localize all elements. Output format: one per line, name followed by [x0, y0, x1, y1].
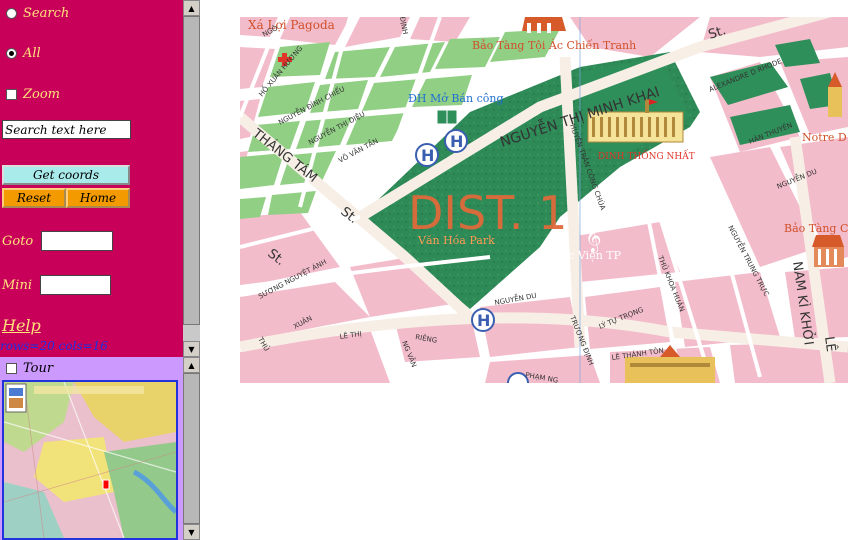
goto-row: Goto	[2, 231, 114, 251]
tour-checkbox[interactable]	[6, 363, 17, 374]
help-link[interactable]: Help	[2, 316, 41, 335]
museum-icon	[522, 17, 566, 33]
music-note-icon: 𝄞	[585, 219, 602, 253]
district-label: DIST. 1	[408, 186, 567, 240]
svg-text:H: H	[477, 311, 490, 330]
control-frame: Search All Zoom Get coords Reset Home Go…	[0, 0, 200, 357]
mode-search-option[interactable]: Search	[6, 6, 69, 21]
conservatory-label: Nhạc Viện TP	[545, 249, 622, 262]
tour-frame: Tour ▲ ▼	[0, 357, 200, 540]
mode-search-label: Search	[23, 6, 70, 21]
tour-scroll-down-arrow-icon[interactable]: ▼	[183, 524, 200, 540]
mini-row: Mini	[2, 275, 111, 295]
mini-input[interactable]	[40, 275, 111, 295]
goto-input[interactable]	[41, 231, 114, 251]
mode-all-radio[interactable]	[6, 48, 17, 59]
scroll-up-arrow-icon[interactable]: ▲	[183, 0, 200, 16]
tour-scroll-thumb[interactable]	[183, 373, 200, 524]
grid-info: rows=20 cols=16	[0, 339, 108, 353]
park-label: Văn Hóa Park	[417, 234, 495, 247]
tour-scrollbar[interactable]: ▲ ▼	[183, 357, 200, 540]
control-panel: Search All Zoom Get coords Reset Home Go…	[0, 0, 182, 357]
reset-button[interactable]: Reset	[2, 188, 66, 208]
minimap-current-view-marker	[102, 479, 110, 490]
museum2-label: Bảo Tàng C	[784, 222, 848, 235]
university-book-icon	[436, 109, 458, 125]
mode-all-option[interactable]: All	[6, 46, 41, 61]
pagoda-label: Xá Lợi Pagoda	[248, 18, 335, 32]
cathedral-label: Notre D	[802, 131, 847, 144]
tour-scroll-up-arrow-icon[interactable]: ▲	[183, 357, 200, 373]
svg-text:H: H	[450, 132, 463, 151]
tour-option[interactable]: Tour	[6, 361, 53, 376]
zoom-option[interactable]: Zoom	[6, 87, 60, 102]
street-le: LÊ	[821, 335, 839, 353]
museum-icon-right	[812, 235, 844, 267]
tour-label: Tour	[23, 361, 54, 376]
goto-label: Goto	[2, 233, 34, 249]
get-coords-button[interactable]: Get coords	[2, 165, 130, 185]
museum-label: Bảo Tàng Tội Ác Chiến Tranh	[472, 38, 636, 52]
mode-search-radio[interactable]	[6, 8, 17, 19]
minimap-image	[4, 382, 176, 538]
mini-label: Mini	[2, 277, 32, 293]
zoom-label: Zoom	[23, 87, 61, 102]
control-scrollbar[interactable]: ▲ ▼	[183, 0, 200, 357]
university-label: ĐH Mở Bán công	[408, 92, 503, 105]
scroll-thumb[interactable]	[183, 16, 200, 325]
main-map[interactable]: 𝄞 H H H DIST. 1 Xá Lợi Pagoda Bảo Tàng T…	[240, 17, 848, 383]
scroll-down-arrow-icon[interactable]: ▼	[183, 341, 200, 357]
minimap[interactable]	[2, 380, 178, 540]
mode-all-label: All	[23, 46, 41, 61]
svg-text:H: H	[421, 146, 434, 165]
search-input[interactable]	[2, 120, 131, 139]
home-button[interactable]: Home	[66, 188, 130, 208]
zoom-checkbox[interactable]	[6, 89, 17, 100]
